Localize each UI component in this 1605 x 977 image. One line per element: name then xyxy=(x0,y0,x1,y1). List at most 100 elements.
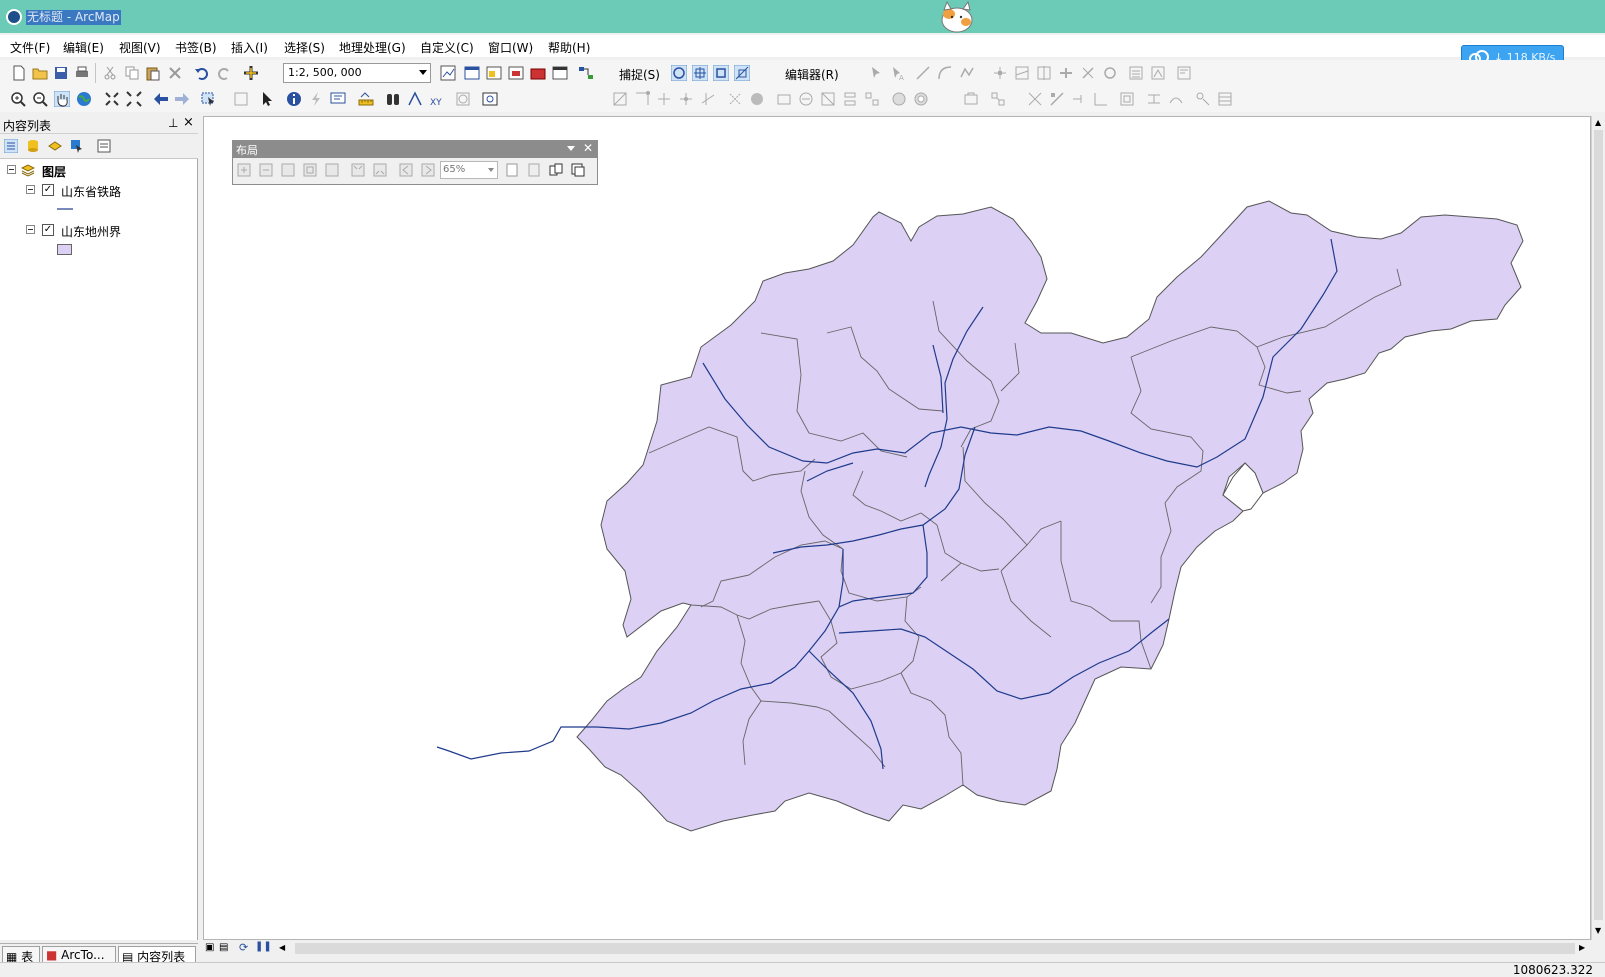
menu-geoprocessing[interactable]: 地理处理(G) xyxy=(339,39,406,56)
time-slider-icon[interactable] xyxy=(455,91,471,107)
list-by-selection-icon[interactable] xyxy=(70,139,84,153)
go-to-xy-icon[interactable]: XY xyxy=(429,91,445,107)
edge-match-icon[interactable] xyxy=(1146,91,1162,107)
rubbersheet-icon[interactable] xyxy=(1168,91,1184,107)
modify-link-icon[interactable] xyxy=(1049,91,1065,107)
new-document-icon[interactable] xyxy=(11,65,27,81)
merge-features-icon[interactable] xyxy=(798,91,814,107)
point-snapping-icon[interactable] xyxy=(671,65,687,81)
create-features-icon[interactable] xyxy=(1150,65,1166,81)
zoom-whole-page-icon[interactable] xyxy=(303,163,317,177)
delete-icon[interactable] xyxy=(167,65,183,81)
railway-line-symbol[interactable] xyxy=(57,207,73,211)
prefecture-polygon-symbol[interactable] xyxy=(57,244,72,255)
chevron-down-icon[interactable] xyxy=(567,146,575,151)
reshape-feature-icon[interactable] xyxy=(1014,65,1030,81)
straight-segment-icon[interactable] xyxy=(915,65,931,81)
editor-toolbar-icon[interactable] xyxy=(440,65,456,81)
go-forward-icon[interactable] xyxy=(174,91,190,107)
go-back-icon[interactable] xyxy=(153,91,169,107)
prefecture-boundary-polygon[interactable] xyxy=(576,200,1524,832)
list-by-drawing-order-icon[interactable] xyxy=(4,139,18,153)
georeferencing-icon[interactable] xyxy=(963,91,979,107)
collapse-railway-toggle[interactable] xyxy=(26,185,35,194)
layout-toolbar[interactable]: 布局 ✕ 65% xyxy=(232,140,598,185)
root-layers-label[interactable]: 图层 xyxy=(42,163,66,180)
focus-data-frame-icon[interactable] xyxy=(527,163,541,177)
fixed-zoom-in-icon[interactable] xyxy=(104,91,120,107)
railway-layer-name[interactable]: 山东省铁路 xyxy=(61,183,121,200)
select-elements-pointer-icon[interactable] xyxy=(259,91,275,107)
topology-shared-edge-icon[interactable] xyxy=(634,91,650,107)
menu-file[interactable]: 文件(F) xyxy=(10,39,50,56)
collapse-prefecture-toggle[interactable] xyxy=(26,225,35,234)
scroll-down-icon[interactable]: ▼ xyxy=(1595,926,1601,935)
horizontal-scroll-thumb[interactable] xyxy=(295,943,1575,954)
select-features-icon[interactable] xyxy=(201,91,217,107)
trace-icon[interactable] xyxy=(959,65,975,81)
topology-reshape-edge-icon[interactable] xyxy=(700,91,716,107)
pan-hand-icon[interactable] xyxy=(54,91,70,107)
find-route-icon[interactable] xyxy=(407,91,423,107)
clear-selection-icon[interactable] xyxy=(233,91,249,107)
zoom-in-icon[interactable] xyxy=(10,91,26,107)
layout-toolbar-header[interactable]: 布局 ✕ xyxy=(233,141,597,158)
prefecture-layer-name[interactable]: 山东地州界 xyxy=(61,223,121,240)
end-snapping-icon[interactable] xyxy=(692,65,708,81)
vertical-scroll-thumb[interactable] xyxy=(1594,130,1603,920)
limited-adjustment-icon[interactable] xyxy=(1093,91,1109,107)
rotate-tool-icon[interactable] xyxy=(1080,65,1096,81)
data-view-toggle-icon[interactable]: ▣ xyxy=(205,942,214,953)
endpoint-arc-icon[interactable] xyxy=(937,65,953,81)
undo-icon[interactable] xyxy=(194,65,210,81)
scroll-left-icon[interactable]: ◀ xyxy=(279,943,285,952)
list-by-source-icon[interactable] xyxy=(26,139,40,153)
pause-drawing-icon[interactable]: ❚❚ xyxy=(255,941,272,952)
data-driven-pages-icon[interactable] xyxy=(571,163,585,177)
adjust-links-icon[interactable] xyxy=(1027,91,1043,107)
layout-view-toggle-icon[interactable]: ▤ xyxy=(219,942,228,953)
refresh-view-icon[interactable]: ⟳ xyxy=(239,941,248,954)
links-table-icon[interactable] xyxy=(1217,91,1233,107)
align-features-icon[interactable] xyxy=(842,91,858,107)
topology-edit-icon[interactable] xyxy=(612,91,628,107)
cut-polygons-icon[interactable] xyxy=(1036,65,1052,81)
menu-insert[interactable]: 插入(I) xyxy=(231,39,268,56)
open-folder-icon[interactable] xyxy=(32,65,48,81)
modelbuilder-icon[interactable] xyxy=(578,65,594,81)
edit-annotation-icon[interactable]: A xyxy=(890,65,906,81)
map-display[interactable] xyxy=(203,116,1591,940)
close-icon[interactable]: ✕ xyxy=(583,141,593,155)
toggle-draft-mode-icon[interactable] xyxy=(505,163,519,177)
map-scale-dropdown[interactable]: 1:2, 500, 000 xyxy=(283,63,431,83)
measure-icon[interactable] xyxy=(358,91,374,107)
edit-vertices-icon[interactable] xyxy=(992,65,1008,81)
collapse-root-toggle[interactable] xyxy=(7,165,16,174)
topology-align-edge-icon[interactable] xyxy=(656,91,672,107)
table-of-contents-icon[interactable] xyxy=(464,65,480,81)
create-viewer-window-icon[interactable] xyxy=(482,91,498,107)
validate-topology-icon[interactable] xyxy=(727,91,743,107)
error-inspector-icon[interactable] xyxy=(749,91,765,107)
python-window-icon[interactable] xyxy=(552,65,568,81)
cut-icon[interactable] xyxy=(102,65,118,81)
menu-selection[interactable]: 选择(S) xyxy=(284,39,325,56)
toc-options-icon[interactable] xyxy=(97,139,111,153)
menu-view[interactable]: 视图(V) xyxy=(119,39,161,56)
horizontal-scrollbar[interactable]: ▣ ▤ ⟳ ❚❚ ◀ ▶ xyxy=(203,940,1591,958)
layout-zoom-percent-dropdown[interactable]: 65% xyxy=(440,161,498,179)
menu-help[interactable]: 帮助(H) xyxy=(548,39,590,56)
arctoolbox-icon[interactable] xyxy=(530,65,546,81)
redo-icon[interactable] xyxy=(216,65,232,81)
hyperlink-icon[interactable] xyxy=(308,91,324,107)
snapping-dropdown[interactable]: 捕捉(S) xyxy=(619,66,660,83)
zoom-100-percent-icon[interactable] xyxy=(325,163,339,177)
layout-zoom-in-icon[interactable] xyxy=(237,163,251,177)
close-icon[interactable]: × xyxy=(183,115,194,130)
fixed-zoom-out-layout-icon[interactable] xyxy=(373,163,387,177)
layout-pan-icon[interactable] xyxy=(281,163,295,177)
vertical-scrollbar[interactable]: ▲ ▼ xyxy=(1591,116,1605,940)
menu-windows[interactable]: 窗口(W) xyxy=(488,39,533,56)
editor-options-icon[interactable] xyxy=(1176,65,1192,81)
railway-layer-checkbox[interactable]: ✓ xyxy=(42,184,54,196)
